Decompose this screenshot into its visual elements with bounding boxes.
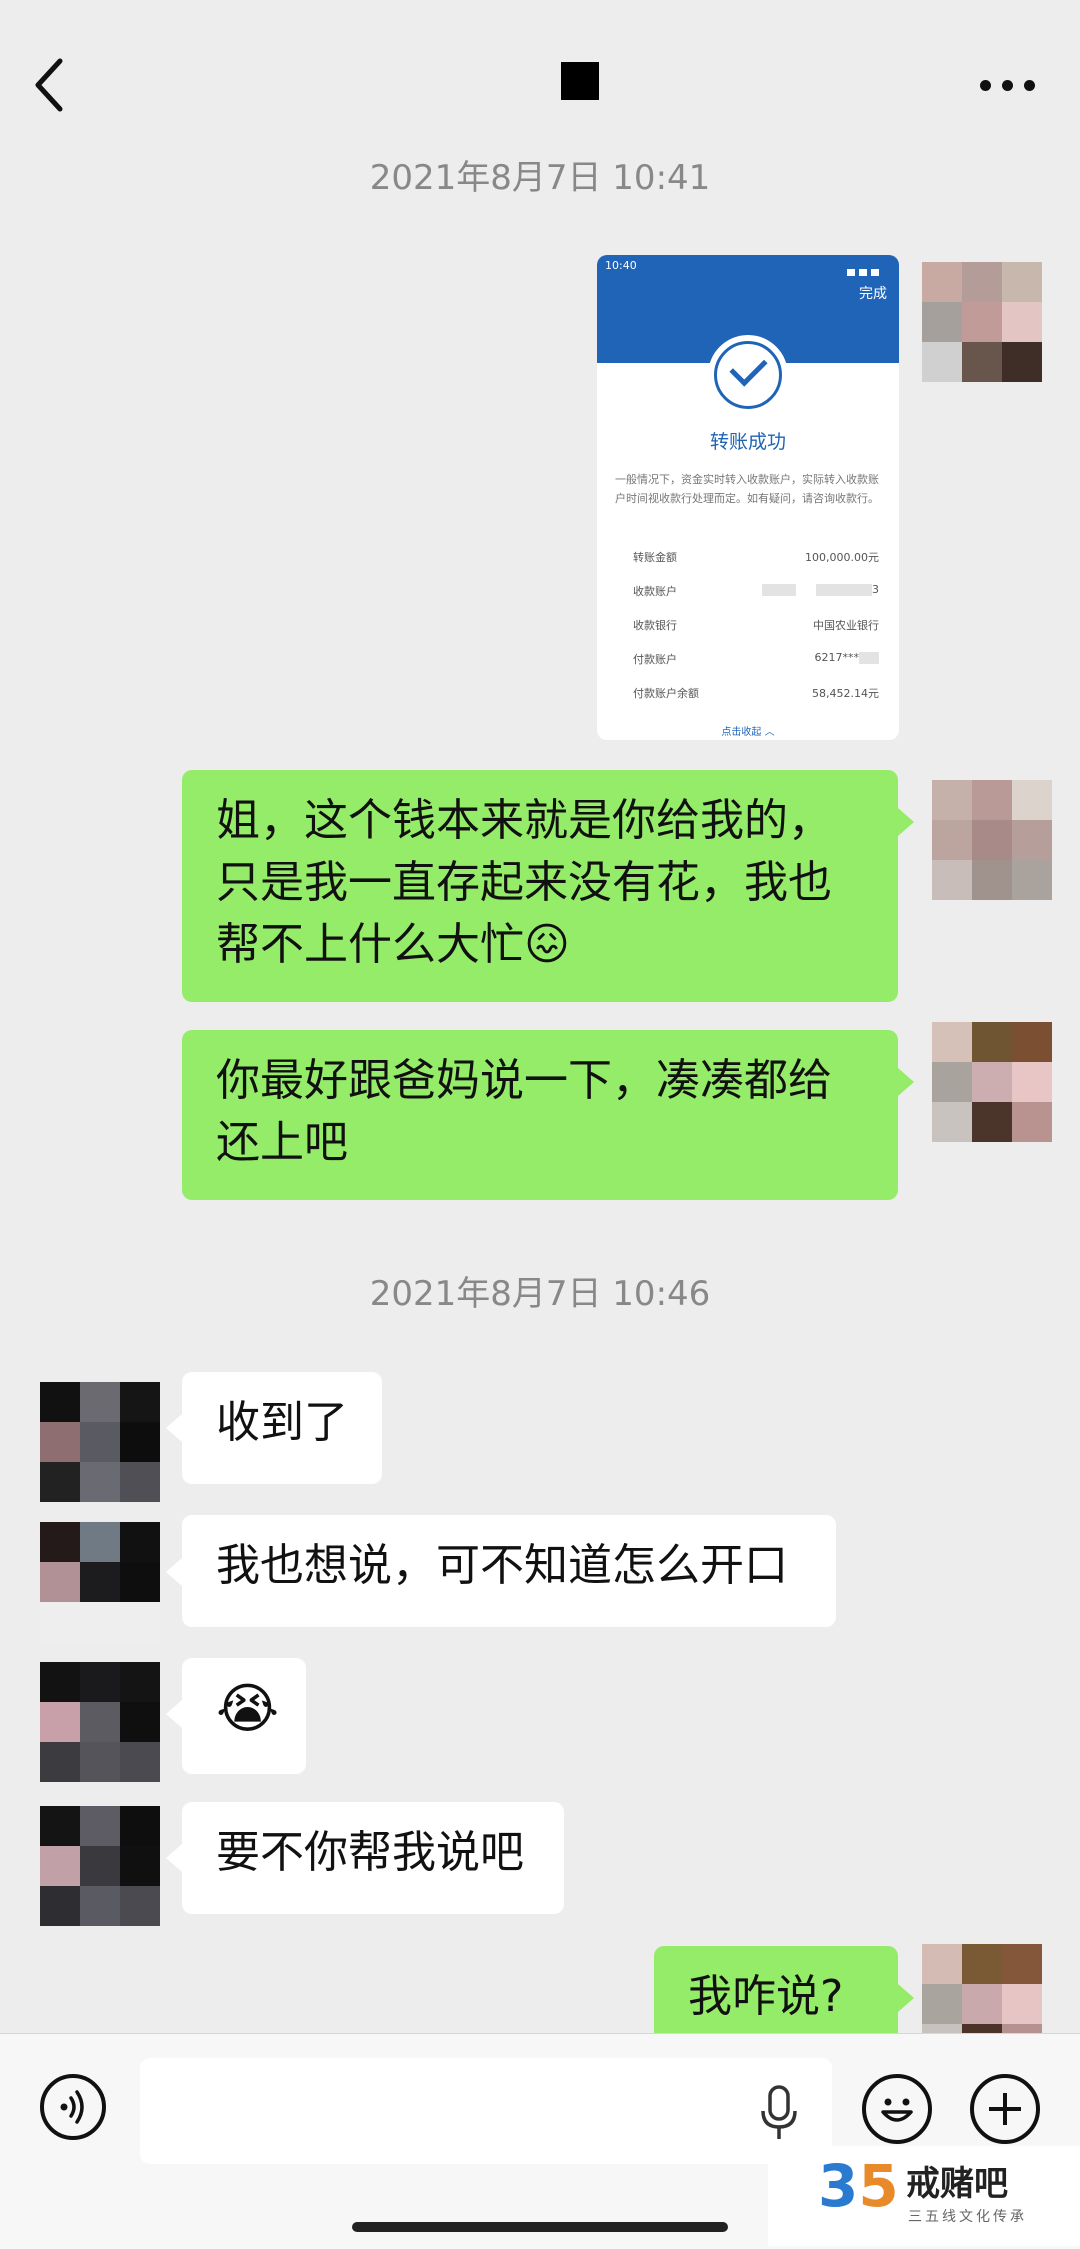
success-check-icon [708, 335, 788, 415]
transfer-note: 一般情况下，资金实时转入收款账户，实际转入收款账户时间视收款行处理而定。如有疑问… [615, 473, 879, 505]
avatar[interactable] [40, 1806, 160, 1926]
chat-screen: 2021年8月7日 10:41 10:40 完成 转账成功 一般情况下，资金实时… [0, 0, 1080, 2249]
more-dots-icon[interactable] [980, 70, 1036, 100]
screenshot-done-label: 完成 [859, 286, 887, 302]
transfer-screenshot-image[interactable]: 10:40 完成 转账成功 一般情况下，资金实时转入收款账户，实际转入收款账户时… [597, 255, 899, 740]
watermark-name: 戒赌吧 [906, 2164, 1008, 2204]
message-input[interactable] [140, 2058, 832, 2164]
screenshot-status-time: 10:40 [605, 259, 637, 272]
home-indicator[interactable] [352, 2222, 728, 2232]
status-icons [843, 261, 891, 276]
avatar[interactable] [932, 1022, 1052, 1142]
bubble-tail [898, 1068, 914, 1096]
chevron-left-icon[interactable] [28, 55, 72, 115]
avatar[interactable] [922, 262, 1042, 382]
voice-icon[interactable] [40, 2074, 106, 2140]
bubble-tail [166, 1700, 182, 1728]
bubble-tail [166, 1414, 182, 1442]
message-bubble-received[interactable]: 我也想说，可不知道怎么开口 [182, 1515, 836, 1627]
watermark-logo: 35 [818, 2152, 899, 2220]
avatar[interactable] [40, 1662, 160, 1782]
plus-icon[interactable] [970, 2074, 1040, 2144]
collapse-link[interactable]: 点击收起 ︿ [597, 723, 899, 738]
avatar[interactable] [40, 1522, 160, 1642]
watermark-subtitle: 三五线文化传承 [908, 2209, 1027, 2225]
smiley-icon[interactable] [862, 2074, 932, 2144]
bubble-tail [166, 1558, 182, 1586]
message-bubble-sent[interactable]: 姐，这个钱本来就是你给我的，只是我一直存起来没有花，我也帮不上什么大忙😖 [182, 770, 898, 1002]
message-bubble-sent[interactable]: 你最好跟爸妈说一下，凑凑都给还上吧 [182, 1030, 898, 1200]
bubble-tail [898, 808, 914, 836]
message-timestamp: 2021年8月7日 10:41 [369, 158, 711, 198]
avatar[interactable] [40, 1382, 160, 1502]
contact-name-redacted [561, 62, 599, 100]
avatar[interactable] [932, 780, 1052, 900]
message-bubble-received[interactable]: 收到了 [182, 1372, 382, 1484]
top-bar [0, 0, 1080, 170]
message-timestamp: 2021年8月7日 10:46 [369, 1274, 711, 1314]
bubble-tail [166, 1844, 182, 1872]
bubble-tail [898, 1984, 914, 2012]
message-bubble-received[interactable]: 😭 [182, 1658, 306, 1774]
transfer-status: 转账成功 [709, 431, 786, 453]
microphone-icon[interactable] [757, 2083, 801, 2143]
message-bubble-received[interactable]: 要不你帮我说吧 [182, 1802, 564, 1914]
